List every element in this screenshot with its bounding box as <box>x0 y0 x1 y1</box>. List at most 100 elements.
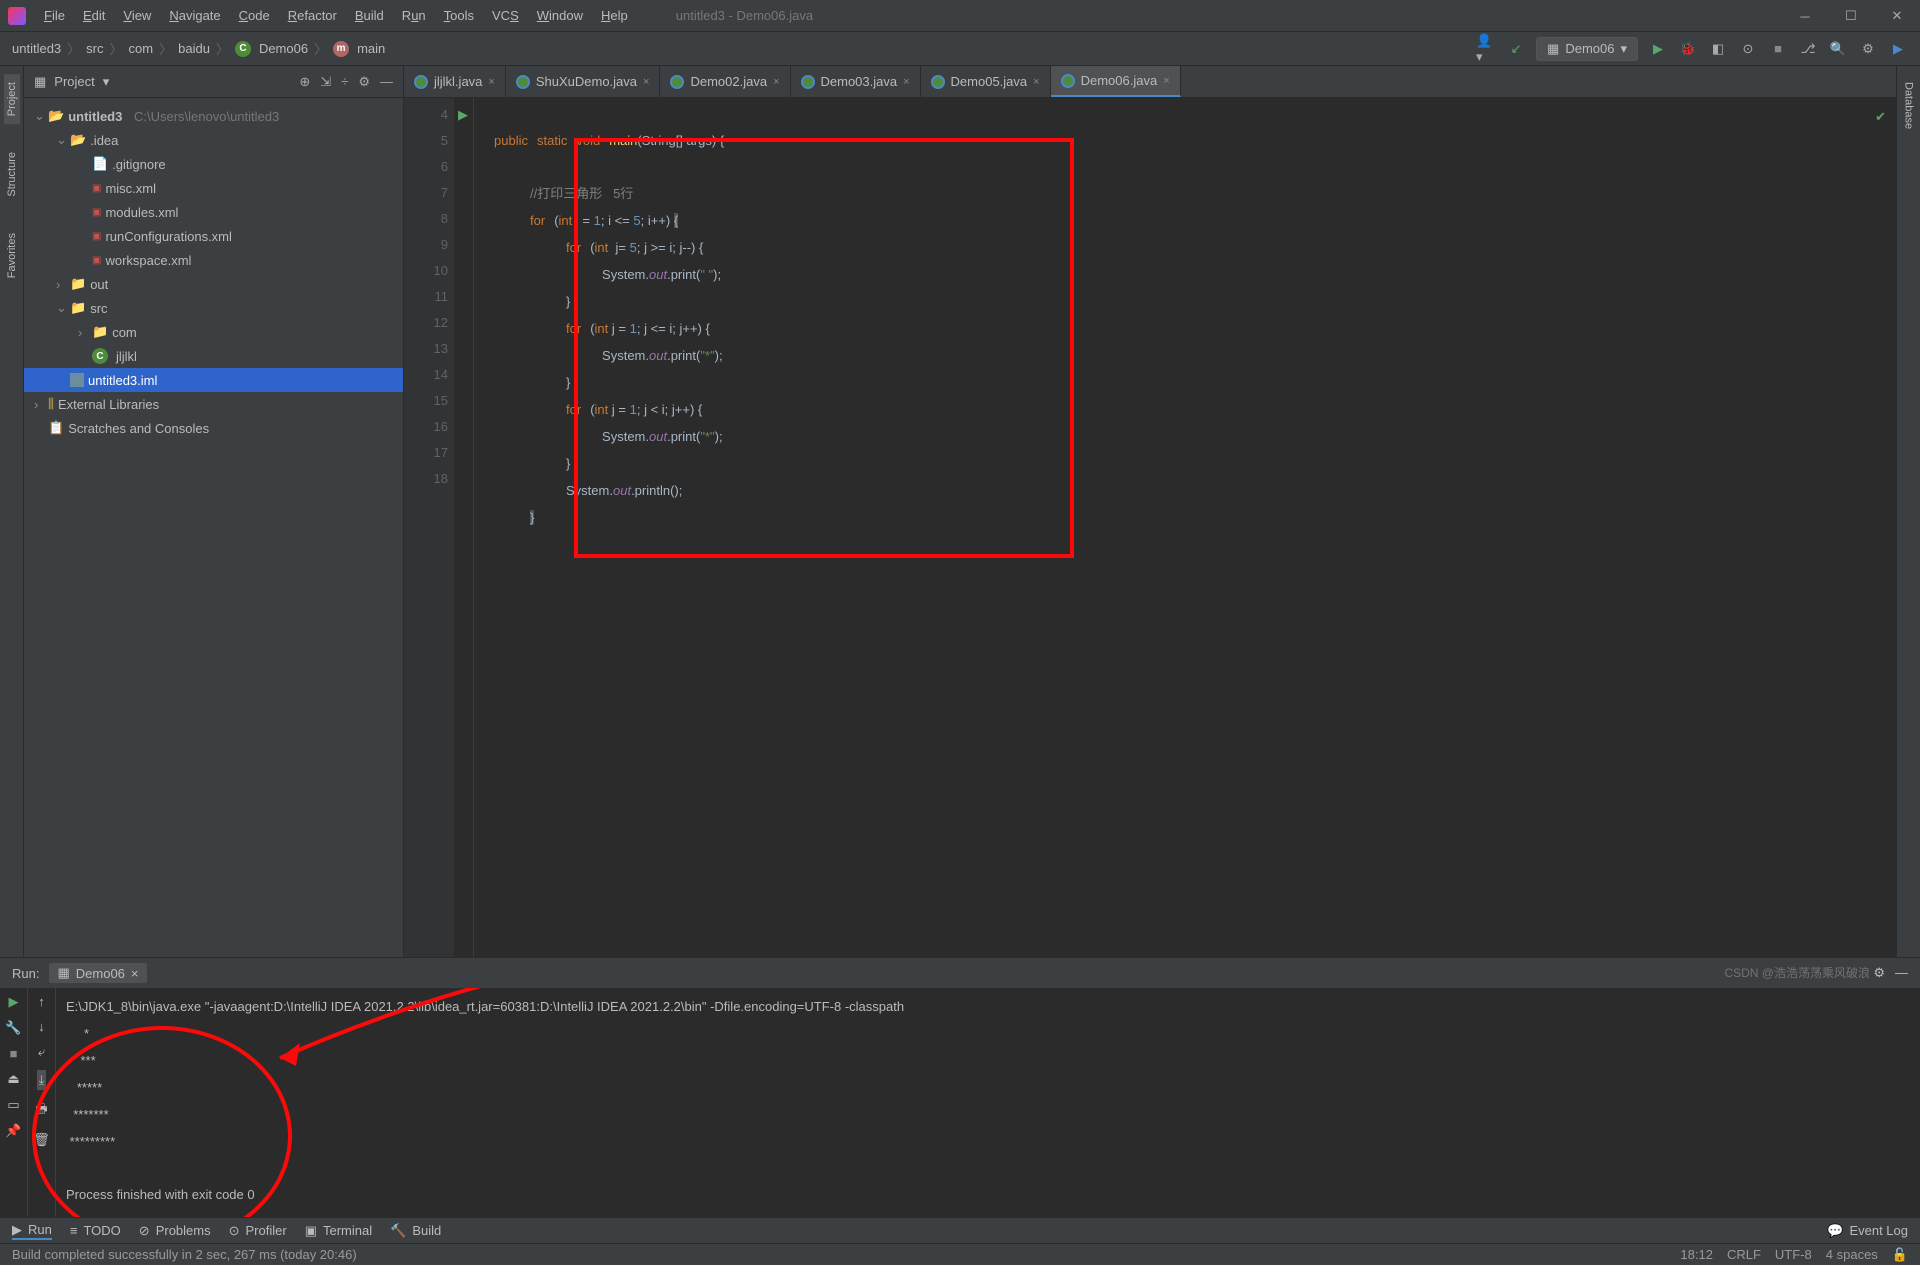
console-output[interactable]: E:\JDK1_8\bin\java.exe "-javaagent:D:\In… <box>56 988 1920 1217</box>
tab-active[interactable]: Demo06.java× <box>1051 66 1181 97</box>
search-icon[interactable]: 🔍 <box>1828 39 1848 59</box>
minimize-button[interactable]: ─ <box>1782 0 1828 32</box>
tool-profiler[interactable]: ⊙ Profiler <box>229 1223 287 1239</box>
menu-help[interactable]: Help <box>593 4 636 27</box>
tool-todo[interactable]: ≡ TODO <box>70 1223 121 1238</box>
close-icon[interactable]: × <box>1033 76 1039 88</box>
tree-file[interactable]: ▣ runConfigurations.xml <box>24 224 403 248</box>
tab[interactable]: jljlkl.java× <box>404 66 506 97</box>
coverage-button[interactable]: ◧ <box>1708 39 1728 59</box>
hide-icon[interactable]: — <box>380 74 393 90</box>
profile-button[interactable]: ⊙ <box>1738 39 1758 59</box>
scroll-icon[interactable]: ⤓ <box>37 1070 47 1090</box>
tree-folder-com[interactable]: ›📁 com <box>24 320 403 344</box>
select-opened-icon[interactable]: ⊕ <box>299 74 310 90</box>
tab[interactable]: ShuXuDemo.java× <box>506 66 661 97</box>
maximize-button[interactable]: ☐ <box>1828 0 1874 32</box>
layout-icon[interactable]: ▭ <box>7 1097 19 1113</box>
tool-build[interactable]: 🔨 Build <box>390 1223 441 1239</box>
close-button[interactable]: ✕ <box>1874 0 1920 32</box>
tab[interactable]: Demo05.java× <box>921 66 1051 97</box>
tree-folder-src[interactable]: ⌄📁 src <box>24 296 403 320</box>
chevron-down-icon[interactable]: ▾ <box>103 74 110 90</box>
ide-icon[interactable]: ▶ <box>1888 39 1908 59</box>
tree-file[interactable]: ▣ modules.xml <box>24 200 403 224</box>
down-icon[interactable]: ↓ <box>38 1019 45 1034</box>
crumb[interactable]: main <box>357 41 385 56</box>
rerun-icon[interactable]: ▶ <box>9 994 19 1010</box>
menu-view[interactable]: View <box>115 4 159 27</box>
pin-icon[interactable]: 📌 <box>5 1123 21 1139</box>
clear-icon[interactable]: 🗑 <box>33 1132 50 1148</box>
tree-project-root[interactable]: ⌄📂 untitled3 C:\Users\lenovo\untitled3 <box>24 104 403 128</box>
tree-file-class[interactable]: C jljlkl <box>24 344 403 368</box>
encoding[interactable]: UTF-8 <box>1775 1247 1812 1262</box>
menu-tools[interactable]: Tools <box>436 4 482 27</box>
run-config-selector[interactable]: ▦ Demo06 ▾ <box>1536 37 1638 61</box>
close-icon[interactable]: × <box>488 76 494 88</box>
hide-icon[interactable]: — <box>1895 965 1908 981</box>
project-tool-tab[interactable]: Project <box>4 74 20 124</box>
menu-vcs[interactable]: VCS <box>484 4 527 27</box>
collapse-all-icon[interactable]: ÷ <box>341 74 348 90</box>
user-icon[interactable]: 👤▾ <box>1476 39 1496 59</box>
run-button[interactable]: ▶ <box>1648 39 1668 59</box>
crumb[interactable]: untitled3 <box>12 41 61 56</box>
menu-window[interactable]: Window <box>529 4 591 27</box>
tool-terminal[interactable]: ▣ Terminal <box>305 1223 372 1239</box>
line-separator[interactable]: CRLF <box>1727 1247 1761 1262</box>
run-config-tab[interactable]: ▦ Demo06 × <box>49 963 146 983</box>
debug-button[interactable]: 🐞 <box>1678 39 1698 59</box>
settings-icon[interactable]: ⚙ <box>1858 39 1878 59</box>
menu-build[interactable]: Build <box>347 4 392 27</box>
tree-folder-idea[interactable]: ⌄📂 .idea <box>24 128 403 152</box>
tab[interactable]: Demo02.java× <box>660 66 790 97</box>
vcs-update-icon[interactable]: ↙ <box>1506 39 1526 59</box>
print-icon[interactable]: 🖶 <box>35 1100 47 1122</box>
code-area[interactable]: 4▶ 5678 9101112 13141516 1718 public sta… <box>404 98 1896 957</box>
menu-file[interactable]: File <box>36 4 73 27</box>
close-icon[interactable]: × <box>773 76 779 88</box>
crumb[interactable]: baidu <box>178 41 210 56</box>
gear-icon[interactable]: ⚙ <box>1873 965 1885 981</box>
structure-tool-tab[interactable]: Structure <box>4 144 20 205</box>
vcs-icon[interactable]: ⎇ <box>1798 39 1818 59</box>
menu-edit[interactable]: Edit <box>75 4 113 27</box>
database-tool-tab[interactable]: Database <box>1901 74 1917 137</box>
tab[interactable]: Demo03.java× <box>791 66 921 97</box>
up-icon[interactable]: ↑ <box>38 994 45 1009</box>
close-icon[interactable]: × <box>1163 75 1169 87</box>
tree-external-libs[interactable]: ›⫼ External Libraries <box>24 392 403 416</box>
expand-all-icon[interactable]: ⇲ <box>320 74 331 90</box>
tree-scratches[interactable]: 📋 Scratches and Consoles <box>24 416 403 440</box>
lock-icon[interactable]: 🔓 <box>1892 1247 1908 1263</box>
indent[interactable]: 4 spaces <box>1826 1247 1878 1262</box>
stop-icon[interactable]: ■ <box>10 1046 18 1061</box>
tool-problems[interactable]: ⊘ Problems <box>139 1223 211 1239</box>
menu-code[interactable]: Code <box>231 4 278 27</box>
menu-run[interactable]: Run <box>394 4 434 27</box>
favorites-tool-tab[interactable]: Favorites <box>4 225 20 286</box>
close-icon[interactable]: × <box>903 76 909 88</box>
tool-event-log[interactable]: 💬 Event Log <box>1827 1223 1908 1239</box>
stop-button[interactable]: ■ <box>1768 39 1788 59</box>
menu-refactor[interactable]: Refactor <box>280 4 345 27</box>
tree-file[interactable]: ▣ workspace.xml <box>24 248 403 272</box>
tree-file[interactable]: 📄 .gitignore <box>24 152 403 176</box>
gear-icon[interactable]: ⚙ <box>358 74 370 90</box>
crumb[interactable]: com <box>129 41 154 56</box>
menu-navigate[interactable]: Navigate <box>161 4 228 27</box>
wrench-icon[interactable]: 🔧 <box>5 1020 21 1036</box>
run-gutter-icon[interactable]: ▶ <box>458 102 468 128</box>
close-icon[interactable]: × <box>643 76 649 88</box>
crumb[interactable]: Demo06 <box>259 41 308 56</box>
code-text[interactable]: public static void main(String[] args) {… <box>474 98 1896 957</box>
tree-folder-out[interactable]: ›📁 out <box>24 272 403 296</box>
close-icon[interactable]: × <box>131 966 139 981</box>
caret-position[interactable]: 18:12 <box>1680 1247 1713 1262</box>
crumb[interactable]: src <box>86 41 103 56</box>
tree-file-iml[interactable]: untitled3.iml <box>24 368 403 392</box>
tree-file[interactable]: ▣ misc.xml <box>24 176 403 200</box>
wrap-icon[interactable]: ⤶ <box>38 1044 45 1060</box>
exit-icon[interactable]: ⏏ <box>7 1071 19 1087</box>
